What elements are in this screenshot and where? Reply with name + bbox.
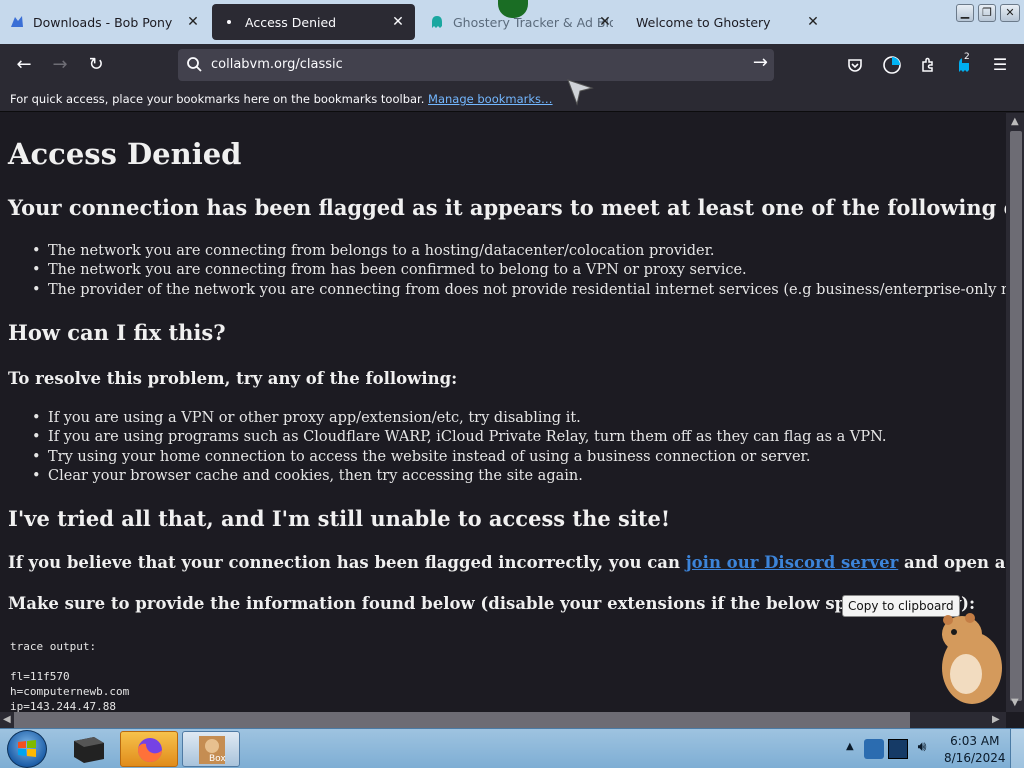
discord-link[interactable]: join our Discord server [686, 553, 899, 572]
criteria-heading: Your connection has been flagged as it a… [8, 195, 1006, 220]
tab-strip: Downloads - Bob Pony ✕ Access Denied ✕ G… [0, 0, 1024, 44]
tab-title: Downloads - Bob Pony [33, 14, 173, 30]
tab-title: Ghostery Tracker & Ad Blocker [453, 14, 613, 30]
list-item: The provider of the network you are conn… [32, 282, 1006, 301]
vertical-scroll-thumb[interactable] [1010, 131, 1022, 701]
blank-page-favicon-icon [227, 20, 231, 24]
scroll-down-arrow-icon[interactable]: ▼ [1011, 697, 1019, 708]
trace-line: trace output: [10, 640, 97, 653]
discord-suffix: and open a ticket. [904, 553, 1006, 572]
clock[interactable]: 6:03 AM 8/16/2024 [944, 733, 1006, 767]
bookmarks-message: For quick access, place your bookmarks h… [10, 92, 425, 106]
firefox-icon [137, 738, 162, 762]
bookmarks-toolbar: For quick access, place your bookmarks h… [0, 86, 1024, 112]
page-content: Access Denied Your connection has been f… [0, 113, 1006, 712]
criteria-list: The network you are connecting from belo… [32, 243, 1006, 301]
trace-output: trace output: fl=11f570 h=computernewb.co… [10, 639, 129, 712]
fix-heading: How can I fix this? [8, 320, 226, 345]
clock-date: 8/16/2024 [944, 751, 1006, 765]
windows-logo-icon [18, 740, 36, 757]
back-arrow-icon[interactable]: ← [11, 53, 37, 77]
scroll-up-arrow-icon[interactable]: ▲ [1011, 116, 1019, 127]
close-window-button[interactable]: ✕ [1000, 4, 1020, 22]
page-title: Access Denied [8, 137, 242, 171]
taskbar-app-terminal[interactable] [60, 731, 118, 767]
tray-expand-icon[interactable]: ▲ [846, 741, 854, 752]
trace-line [10, 654, 129, 669]
list-item: If you are using a VPN or other proxy ap… [32, 410, 887, 429]
tried-heading: I've tried all that, and I'm still unabl… [8, 506, 671, 531]
extensions-puzzle-icon[interactable] [916, 53, 940, 77]
extension-badge: 2 [962, 51, 972, 63]
box-label: Box [209, 754, 226, 764]
navigation-toolbar: ← → ↻ collabvm.org/classic → 2 ☰ [0, 44, 1024, 86]
discord-prefix: If you believe that your connection has … [8, 553, 686, 572]
tab-title: Access Denied [245, 14, 337, 30]
trace-line: fl=11f570 [10, 670, 70, 683]
tab-downloads[interactable]: Downloads - Bob Pony ✕ [0, 4, 210, 40]
vertical-scrollbar[interactable]: ▲ ▼ [1006, 113, 1024, 712]
address-bar[interactable]: collabvm.org/classic → [178, 49, 774, 81]
mouse-cursor-icon [567, 79, 594, 106]
pocket-icon[interactable] [843, 53, 867, 77]
url-text[interactable]: collabvm.org/classic [211, 57, 343, 72]
discord-paragraph: If you believe that your connection has … [8, 553, 1006, 572]
forward-arrow-icon[interactable]: → [47, 53, 73, 77]
tab-access-denied[interactable]: Access Denied ✕ [212, 4, 415, 40]
taskbar-app-box[interactable]: Box [182, 731, 240, 767]
ghostery-extension-icon[interactable]: 2 [952, 51, 976, 77]
horizontal-scrollbar[interactable]: ◀ ▶ [0, 712, 1006, 728]
search-icon [187, 57, 202, 72]
manage-bookmarks-link[interactable]: Manage bookmarks… [428, 92, 553, 106]
bob-pony-favicon-icon [11, 16, 23, 27]
ghostery-favicon-icon [432, 16, 442, 28]
scroll-left-arrow-icon[interactable]: ◀ [3, 714, 11, 725]
restore-window-button[interactable]: ❐ [978, 4, 996, 22]
go-arrow-icon[interactable]: → [753, 52, 768, 73]
fixes-list: If you are using a VPN or other proxy ap… [32, 410, 887, 487]
tab-close-icon[interactable]: ✕ [389, 13, 407, 31]
account-sync-icon[interactable] [880, 53, 904, 77]
clock-time: 6:03 AM [950, 734, 1000, 748]
tab-close-icon[interactable]: ✕ [184, 13, 202, 31]
trace-line: ip=143.244.47.88 [10, 700, 116, 712]
taskbar: Box ▲ 🔊︎ 6:03 AM 8/16/2024 [0, 728, 1024, 768]
list-item: Clear your browser cache and cookies, th… [32, 468, 887, 487]
list-item: Try using your home connection to access… [32, 449, 887, 468]
tab-title: Welcome to Ghostery [636, 14, 771, 30]
horizontal-scroll-thumb[interactable] [14, 712, 910, 728]
list-item: The network you are connecting from has … [32, 262, 1006, 281]
provide-info-text: Make sure to provide the information fou… [8, 594, 976, 613]
minimize-window-button[interactable]: ▁ [956, 4, 974, 22]
menu-hamburger-icon[interactable]: ☰ [988, 53, 1012, 77]
list-item: The network you are connecting from belo… [32, 243, 1006, 262]
reload-icon[interactable]: ↻ [83, 53, 109, 77]
tab-welcome-ghostery[interactable]: Welcome to Ghostery ✕ [624, 4, 830, 40]
hamster-mascot-icon [942, 613, 1002, 704]
tray-network-icon[interactable] [888, 739, 908, 759]
tab-close-icon[interactable]: ✕ [596, 13, 614, 31]
show-desktop-button[interactable] [1010, 729, 1024, 768]
tray-app-icon[interactable] [864, 739, 884, 759]
tray-volume-icon[interactable]: 🔊︎ [912, 739, 932, 759]
trace-line: h=computernewb.com [10, 685, 130, 698]
taskbar-app-firefox[interactable] [120, 731, 178, 767]
start-button[interactable] [7, 730, 47, 768]
resolve-heading: To resolve this problem, try any of the … [8, 369, 458, 388]
list-item: If you are using programs such as Cloudf… [32, 429, 887, 448]
tab-close-icon[interactable]: ✕ [804, 13, 822, 31]
scroll-right-arrow-icon[interactable]: ▶ [992, 714, 1000, 725]
